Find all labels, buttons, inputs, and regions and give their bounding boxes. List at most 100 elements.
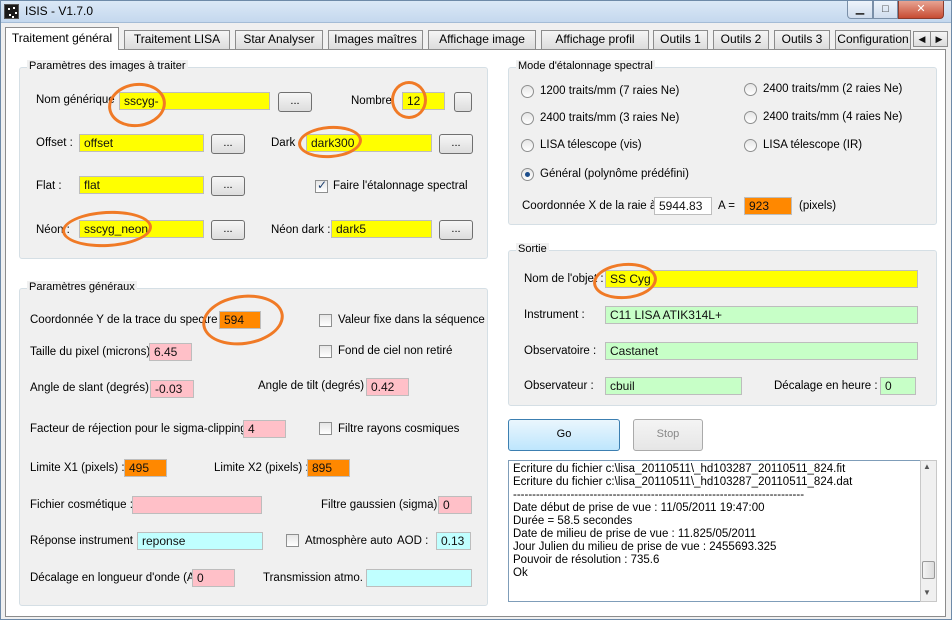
- tilt-input[interactable]: 0.42: [366, 378, 409, 396]
- transmission-input[interactable]: [366, 569, 472, 587]
- tab-images-maitres[interactable]: Images maîtres: [328, 30, 423, 49]
- tab-affichage-image[interactable]: Affichage image: [428, 30, 536, 49]
- output-group: Sortie Nom de l'objet : SS Cyg Instrumen…: [508, 243, 937, 406]
- wavelength-shift-input[interactable]: 0: [192, 569, 235, 587]
- gaussian-filter-input[interactable]: 0: [438, 496, 472, 514]
- dark-input[interactable]: dark300: [306, 134, 432, 152]
- tab-outils-1[interactable]: Outils 1: [653, 30, 708, 49]
- neon-dark-input[interactable]: dark5: [331, 220, 432, 238]
- radio-general-polynomial[interactable]: [521, 168, 534, 181]
- observer-input[interactable]: cbuil: [605, 377, 742, 395]
- transmission-label: Transmission atmo. :: [263, 572, 370, 584]
- a-equals-label: A =: [718, 200, 735, 212]
- dark-browse-button[interactable]: ...: [439, 134, 473, 154]
- count-button[interactable]: [454, 92, 472, 112]
- radio-lisa-vis-label: LISA télescope (vis): [540, 139, 642, 151]
- offset-input[interactable]: offset: [79, 134, 204, 152]
- neon-input[interactable]: sscyg_neon: [79, 220, 204, 238]
- log-output[interactable]: Ecriture du fichier c:\lisa_20110511\_hd…: [508, 460, 922, 602]
- fixed-value-checkbox[interactable]: [319, 314, 332, 327]
- flat-input[interactable]: flat: [79, 176, 204, 194]
- tab-affichage-profil[interactable]: Affichage profil: [541, 30, 649, 49]
- limit-x1-input[interactable]: 495: [124, 459, 167, 477]
- flat-browse-button[interactable]: ...: [211, 176, 245, 196]
- generic-name-input[interactable]: sscyg-: [119, 92, 270, 110]
- line-pixel-input[interactable]: 923: [744, 197, 792, 215]
- instrument-response-input[interactable]: reponse: [137, 532, 263, 550]
- wavelength-shift-label: Décalage en longueur d'onde (A) :: [30, 572, 205, 584]
- aod-input[interactable]: 0.13: [436, 532, 471, 550]
- scroll-thumb[interactable]: [922, 561, 935, 579]
- cosmetic-file-label: Fichier cosmétique :: [30, 499, 133, 511]
- radio-2400-4ne[interactable]: [744, 111, 757, 124]
- tab-star-analyser[interactable]: Star Analyser: [235, 30, 323, 49]
- log-line: Durée = 58.5 secondes: [513, 515, 633, 527]
- neon-label: Néon :: [36, 224, 70, 236]
- scroll-down-icon[interactable]: ▼: [923, 588, 931, 597]
- trace-y-label: Coordonnée Y de la trace du spectre :: [30, 314, 224, 326]
- log-scrollbar[interactable]: ▲ ▼: [920, 460, 937, 602]
- radio-lisa-ir-label: LISA télescope (IR): [763, 139, 863, 151]
- offset-browse-button[interactable]: ...: [211, 134, 245, 154]
- spectral-calibration-label: Faire l'étalonnage spectral: [333, 180, 468, 192]
- cosmic-filter-checkbox[interactable]: [319, 422, 332, 435]
- radio-2400-2ne[interactable]: [744, 83, 757, 96]
- tab-scroll-left-icon[interactable]: ◀: [913, 31, 931, 47]
- cosmetic-file-input[interactable]: [132, 496, 262, 514]
- log-line: Date de milieu de prise de vue : 11.825/…: [513, 528, 757, 540]
- instrument-input[interactable]: C11 LISA ATIK314L+: [605, 306, 918, 324]
- radio-2400-2ne-label: 2400 traits/mm (2 raies Ne): [763, 83, 903, 95]
- output-group-title: Sortie: [516, 243, 549, 255]
- scroll-up-icon[interactable]: ▲: [923, 462, 931, 471]
- log-line: Pouvoir de résolution : 735.6: [513, 554, 660, 566]
- instrument-label: Instrument :: [524, 309, 585, 321]
- object-name-input[interactable]: SS Cyg: [605, 270, 918, 288]
- log-line: Date début de prise de vue : 11/05/2011 …: [513, 502, 765, 514]
- radio-2400-3ne[interactable]: [521, 112, 534, 125]
- tilt-label: Angle de tilt (degrés) :: [258, 380, 371, 392]
- tab-traitement-lisa[interactable]: Traitement LISA: [124, 30, 230, 49]
- count-label: Nombre: [351, 95, 392, 107]
- images-group-title: Paramètres des images à traiter: [27, 60, 188, 72]
- neon-dark-browse-button[interactable]: ...: [439, 220, 473, 240]
- go-button[interactable]: Go: [508, 419, 620, 451]
- line-wavelength-input[interactable]: 5944.83: [654, 197, 712, 215]
- isis-window: ISIS - V1.7.0 ▁ □ ✕ Traitement général T…: [0, 0, 952, 620]
- radio-1200-7ne[interactable]: [521, 85, 534, 98]
- log-line: Ok: [513, 567, 528, 579]
- title-bar[interactable]: ISIS - V1.7.0 ▁ □ ✕: [1, 1, 951, 23]
- auto-atmosphere-checkbox[interactable]: [286, 534, 299, 547]
- observatory-input[interactable]: Castanet: [605, 342, 918, 360]
- slant-input[interactable]: -0.03: [150, 380, 194, 398]
- limit-x2-input[interactable]: 895: [307, 459, 350, 477]
- tab-outils-2[interactable]: Outils 2: [713, 30, 769, 49]
- observer-label: Observateur :: [524, 380, 594, 392]
- stop-button[interactable]: Stop: [633, 419, 703, 451]
- trace-y-input[interactable]: 594: [219, 311, 261, 329]
- limit-x2-label: Limite X2 (pixels) :: [214, 462, 309, 474]
- minimize-button[interactable]: ▁: [847, 1, 873, 19]
- pixel-size-input[interactable]: 6.45: [149, 343, 192, 361]
- radio-lisa-ir[interactable]: [744, 139, 757, 152]
- tab-outils-3[interactable]: Outils 3: [774, 30, 830, 49]
- general-group-title: Paramètres généraux: [27, 281, 137, 293]
- aod-label: AOD :: [397, 535, 429, 547]
- count-input[interactable]: 12: [402, 92, 445, 110]
- pixel-size-label: Taille du pixel (microns) :: [30, 346, 157, 358]
- radio-2400-4ne-label: 2400 traits/mm (4 raies Ne): [763, 111, 903, 123]
- sky-background-checkbox[interactable]: [319, 345, 332, 358]
- sigma-clipping-input[interactable]: 4: [243, 420, 286, 438]
- tab-bar: Traitement général Traitement LISA Star …: [1, 26, 951, 50]
- spectral-calibration-checkbox[interactable]: [315, 178, 328, 193]
- close-button[interactable]: ✕: [898, 1, 944, 19]
- radio-2400-3ne-label: 2400 traits/mm (3 raies Ne): [540, 112, 680, 124]
- sigma-clipping-label: Facteur de réjection pour le sigma-clipp…: [30, 423, 254, 435]
- tab-traitement-general[interactable]: Traitement général: [5, 27, 119, 50]
- tab-configuration[interactable]: Configuration: [835, 30, 911, 49]
- hour-offset-input[interactable]: 0: [880, 377, 916, 395]
- neon-browse-button[interactable]: ...: [211, 220, 245, 240]
- maximize-button[interactable]: □: [873, 1, 898, 19]
- tab-scroll-right-icon[interactable]: ▶: [930, 31, 948, 47]
- radio-lisa-vis[interactable]: [521, 139, 534, 152]
- generic-browse-button[interactable]: ...: [278, 92, 312, 112]
